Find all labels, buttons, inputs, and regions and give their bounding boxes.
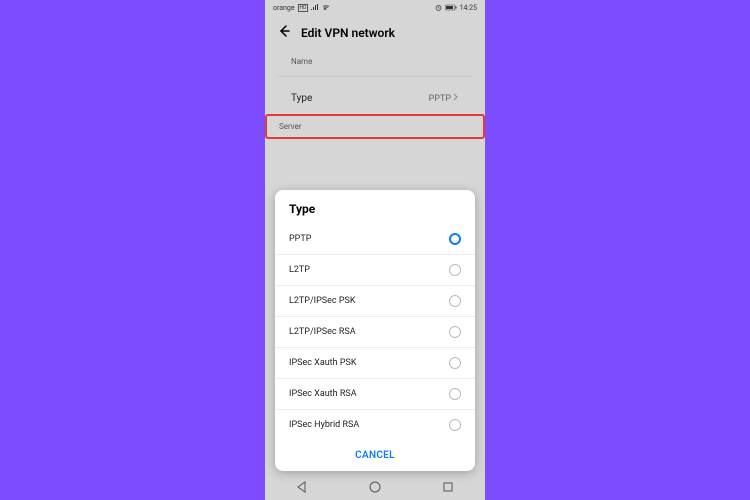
alarm-icon: [435, 4, 442, 13]
dialog-title: Type: [275, 202, 475, 224]
radio-unselected-icon[interactable]: [449, 419, 461, 431]
type-dialog: Type PPTP L2TP L2TP/IPSec PSK L2TP/IPSec RS…: [275, 190, 475, 471]
android-nav-bar: [265, 476, 485, 500]
nav-home-icon[interactable]: [368, 479, 382, 498]
radio-unselected-icon[interactable]: [449, 388, 461, 400]
status-right: 81 14:25: [435, 4, 477, 13]
type-option[interactable]: IPSec Xauth RSA: [275, 379, 475, 410]
option-label: L2TP: [289, 265, 310, 275]
hd-badge: HD: [298, 4, 309, 12]
type-label: Type: [291, 93, 312, 104]
option-label: L2TP/IPSec PSK: [289, 296, 356, 306]
signal-icon: [311, 4, 319, 12]
server-field-highlighted[interactable]: Server: [265, 114, 485, 139]
phone-screen: orange HD 81 14:25 Edit VPN network: [265, 0, 485, 500]
radio-selected-icon[interactable]: [449, 233, 461, 245]
screen-header: Edit VPN network: [265, 16, 485, 51]
radio-unselected-icon[interactable]: [449, 326, 461, 338]
type-value-wrap: PPTP: [429, 93, 459, 104]
server-label: Server: [279, 122, 302, 131]
page-title: Edit VPN network: [301, 26, 395, 40]
type-value: PPTP: [429, 94, 451, 104]
status-bar: orange HD 81 14:25: [265, 0, 485, 16]
type-option[interactable]: IPSec Hybrid RSA: [275, 410, 475, 440]
radio-unselected-icon[interactable]: [449, 357, 461, 369]
option-label: IPSec Xauth RSA: [289, 389, 357, 399]
battery-icon: [445, 4, 457, 13]
back-arrow-icon[interactable]: [277, 24, 291, 41]
status-left: orange HD: [273, 4, 330, 12]
type-row[interactable]: Type PPTP: [277, 83, 473, 114]
option-label: IPSec Hybrid RSA: [289, 420, 359, 430]
nav-back-icon[interactable]: [295, 479, 309, 498]
option-label: L2TP/IPSec RSA: [289, 327, 356, 337]
cancel-button[interactable]: CANCEL: [275, 440, 475, 471]
chevron-right-icon: [453, 93, 459, 104]
time-label: 14:25: [460, 4, 477, 12]
nav-recent-icon[interactable]: [441, 479, 455, 498]
radio-unselected-icon[interactable]: [449, 295, 461, 307]
option-label: IPSec Xauth PSK: [289, 358, 357, 368]
wifi-icon: [322, 4, 330, 12]
name-field[interactable]: Name: [277, 51, 473, 77]
carrier-label: orange: [273, 4, 295, 12]
option-label: PPTP: [289, 234, 311, 244]
type-option[interactable]: IPSec Xauth PSK: [275, 348, 475, 379]
type-option[interactable]: L2TP: [275, 255, 475, 286]
type-option[interactable]: L2TP/IPSec RSA: [275, 317, 475, 348]
dialog-options: PPTP L2TP L2TP/IPSec PSK L2TP/IPSec RSA IPSe…: [275, 224, 475, 440]
name-label: Name: [291, 57, 459, 66]
radio-unselected-icon[interactable]: [449, 264, 461, 276]
type-option[interactable]: PPTP: [275, 224, 475, 255]
type-option[interactable]: L2TP/IPSec PSK: [275, 286, 475, 317]
